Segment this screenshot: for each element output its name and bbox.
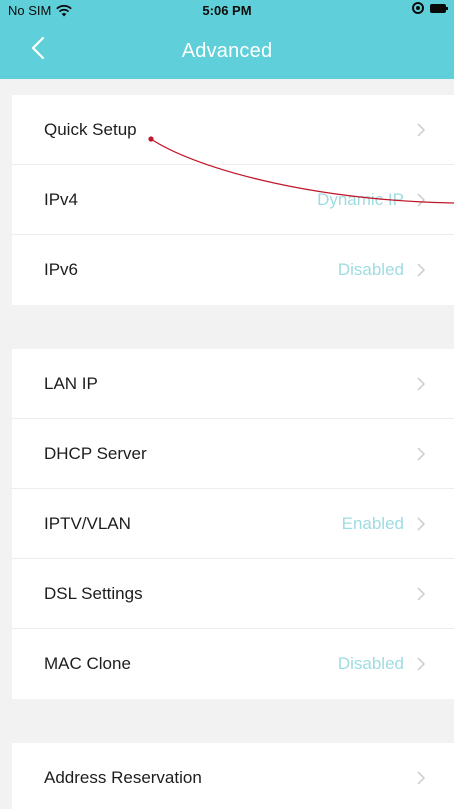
row-iptv-vlan[interactable]: IPTV/VLAN Enabled [12, 489, 454, 559]
row-label: Quick Setup [44, 119, 137, 139]
status-bar: No SIM 5:06 PM [0, 0, 454, 20]
chevron-right-icon [417, 377, 425, 390]
row-label: LAN IP [44, 373, 98, 393]
chevron-right-icon [417, 657, 425, 671]
row-right [404, 770, 426, 786]
row-address-reservation[interactable]: Address Reservation [12, 743, 454, 809]
row-label: DSL Settings [44, 583, 143, 603]
chevron-right-icon [417, 517, 425, 530]
row-label: IPv6 [44, 260, 79, 279]
row-value: Disabled [337, 260, 404, 279]
settings-list: Quick Setup IPv4 Dynamic IP IPv6 Disable… [0, 79, 454, 809]
row-right: Disabled [338, 260, 426, 280]
row-label: MAC Clone [44, 654, 131, 673]
row-mac-clone[interactable]: MAC Clone Disabled [12, 629, 454, 699]
row-value: Enabled [341, 513, 404, 533]
chevron-right-icon [417, 771, 425, 785]
row-value: Disabled [337, 654, 404, 673]
row-right: Enabled [342, 514, 426, 534]
chevron-right-icon [417, 447, 425, 460]
row-right: Disabled [338, 654, 426, 674]
status-right [412, 2, 448, 14]
row-right [404, 122, 426, 138]
row-dsl-settings[interactable]: DSL Settings [12, 559, 454, 629]
row-label: DHCP Server [44, 443, 147, 463]
row-right [404, 586, 426, 602]
phone-screen: No SIM 5:06 PM Advanced Quick Setup IPv4… [0, 0, 454, 809]
row-right [404, 376, 426, 392]
chevron-right-icon [417, 193, 425, 206]
row-label: IPTV/VLAN [44, 513, 131, 533]
page-title: Advanced [181, 40, 273, 62]
row-value: Dynamic IP [317, 189, 404, 209]
nav-bar: Advanced [0, 20, 454, 79]
settings-group-wan: Quick Setup IPv4 Dynamic IP IPv6 Disable… [12, 95, 454, 305]
settings-group-lan: LAN IP DHCP Server IPTV/VLAN Enabled DSL… [12, 349, 454, 699]
row-ipv6[interactable]: IPv6 Disabled [12, 235, 454, 305]
orientation-lock-icon [412, 2, 424, 14]
row-right: Dynamic IP [317, 190, 426, 210]
row-right [404, 446, 426, 462]
row-lan-ip[interactable]: LAN IP [12, 349, 454, 419]
row-label: Address Reservation [44, 768, 202, 787]
chevron-right-icon [417, 263, 425, 277]
row-dhcp-server[interactable]: DHCP Server [12, 419, 454, 489]
chevron-right-icon [417, 123, 425, 136]
header: No SIM 5:06 PM Advanced [0, 0, 454, 79]
chevron-right-icon [417, 587, 425, 600]
row-quick-setup[interactable]: Quick Setup [12, 95, 454, 165]
battery-icon [430, 3, 448, 13]
row-ipv4[interactable]: IPv4 Dynamic IP [12, 165, 454, 235]
status-time: 5:06 PM [202, 3, 252, 18]
row-label: IPv4 [44, 189, 79, 209]
settings-group-reservation: Address Reservation [12, 743, 454, 809]
